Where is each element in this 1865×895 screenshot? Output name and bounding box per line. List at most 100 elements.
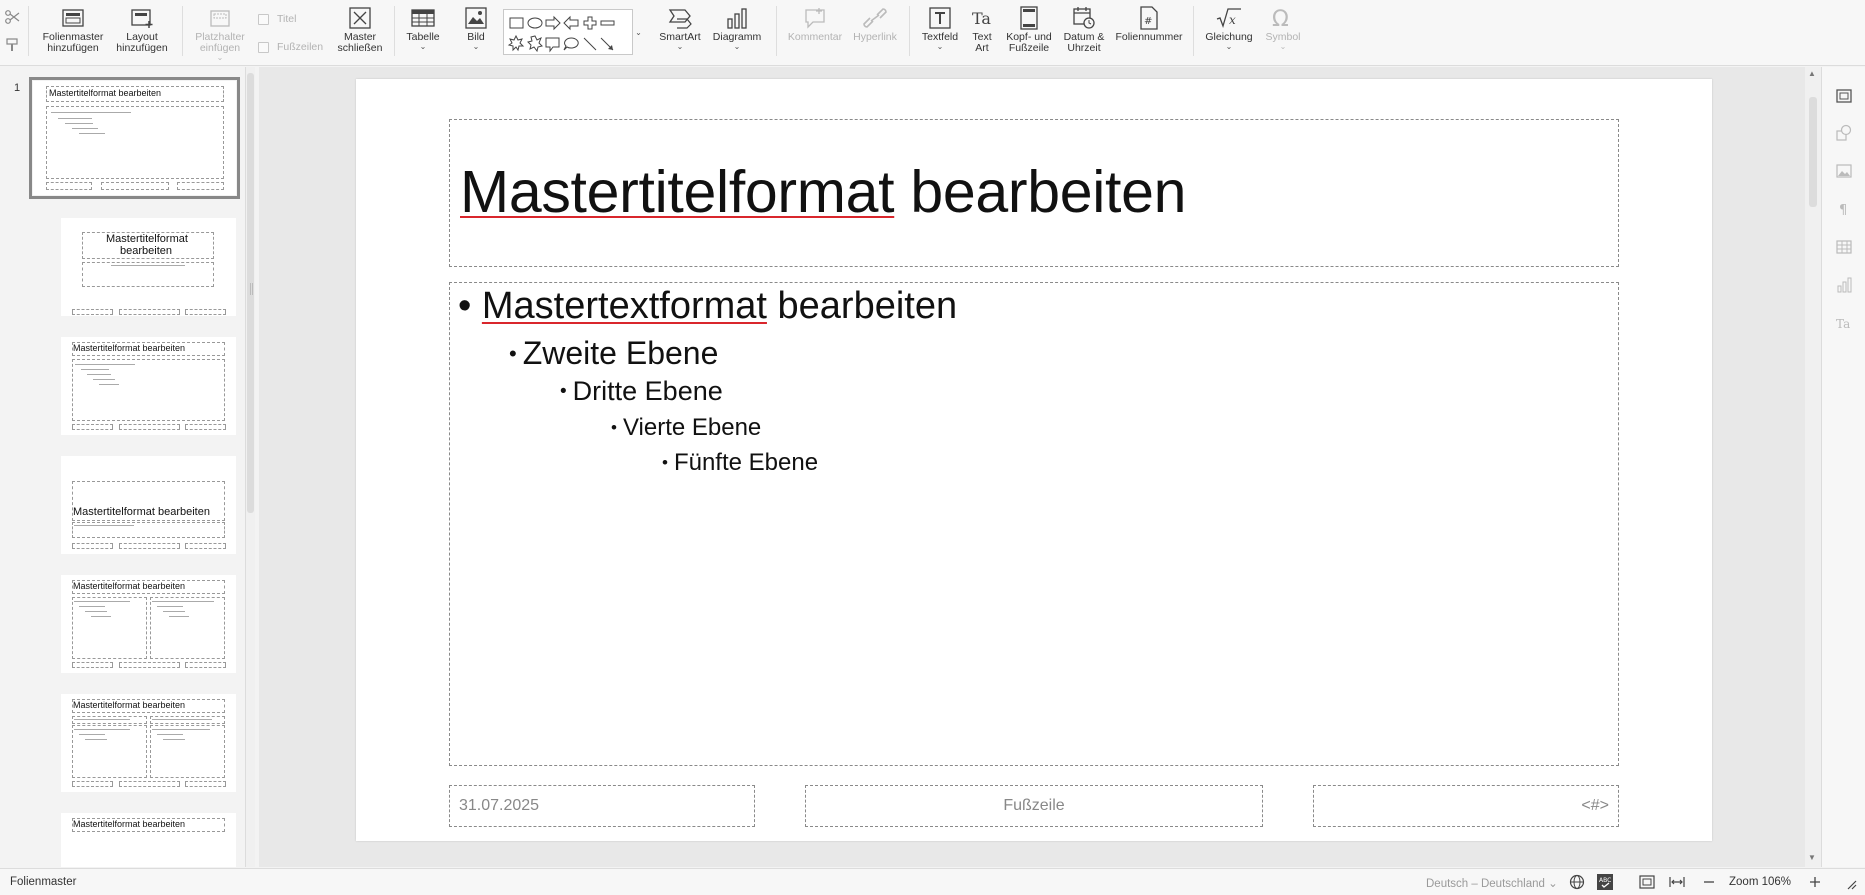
text-art-button[interactable]: Ta Text Art [968,4,996,54]
layout-thumbnail-comparison[interactable]: Mastertitelformat bearbeiten [61,694,236,792]
panel-resize-handle[interactable] [250,283,253,295]
thumb-title: Mastertitelformat bearbeiten [73,700,186,710]
thumb-text-line [79,606,105,607]
callout-rect-shape-icon[interactable] [545,37,560,53]
title-word: bearbeiten [910,159,1187,225]
shapes-gallery[interactable] [503,9,644,55]
minus-shape-icon[interactable] [600,20,615,26]
fit-slide-icon[interactable] [1639,874,1655,890]
slides-panel: 1 Mastertitelformat bearbeiten Mastertit… [0,67,246,867]
table-button[interactable]: Tabelle ⌄ [403,4,443,51]
chart-button[interactable]: Diagramm ⌄ [711,4,763,51]
body-placeholder[interactable]: • Mastertextformat bearbeiten • Zweite Eb… [449,282,1619,766]
text-level-2[interactable]: • Zweite Ebene [509,335,718,372]
slide-number-placeholder[interactable]: <#> [1313,785,1619,827]
slide-master-thumbnail[interactable]: Mastertitelformat bearbeiten [29,77,240,199]
spellcheck-icon[interactable]: ABC [1597,874,1613,890]
shapes-more-button[interactable]: ⌄ [632,9,644,55]
text-art-icon: Ta [972,9,991,28]
label: hinzufügen [116,42,168,54]
globe-icon[interactable] [1569,874,1585,890]
equation-icon: x [1216,8,1241,29]
equation-button[interactable]: x Gleichung ⌄ [1201,4,1257,51]
thumb-text-line [74,719,130,720]
smartart-button[interactable]: SmartArt ⌄ [655,4,705,51]
comment-button[interactable]: Kommentar [785,4,845,43]
date-time-button[interactable]: Datum & Uhrzeit [1061,4,1107,54]
explosion-shape-icon[interactable] [507,34,525,52]
footer-placeholder[interactable]: Fußzeile [805,785,1263,827]
plus-shape-icon[interactable] [583,16,597,30]
insert-placeholder-button[interactable]: Platzhalter einfügen ⌄ [188,4,252,62]
slide-master-page[interactable]: Mastertitelformat bearbeiten • Mastertex… [356,79,1712,841]
label: Titel [277,13,297,25]
table-settings-icon[interactable] [1835,238,1853,256]
line-shape-icon[interactable] [583,37,597,51]
date-placeholder[interactable]: 31.07.2025 [449,785,755,827]
header-footer-button[interactable]: Kopf- und Fußzeile [1000,4,1058,54]
text-level-1[interactable]: • Mastertextformat bearbeiten [458,285,957,328]
textbox-button[interactable]: Textfeld ⌄ [917,4,963,51]
image-icon [465,7,487,29]
thumb-footer-placeholder [72,309,113,315]
layout-thumbnail-title-slide[interactable]: Mastertitelformat bearbeiten [61,218,236,316]
slide-settings-icon[interactable] [1835,87,1853,105]
canvas-vertical-scrollbar[interactable]: ▲ ▼ [1805,67,1821,867]
layout-thumbnail-title-only[interactable]: Mastertitelformat bearbeiten [61,813,236,867]
chevron-down-icon: ⌄ [733,42,741,51]
zoom-out-icon[interactable] [1701,874,1717,890]
image-settings-icon[interactable] [1835,162,1853,180]
add-layout-button[interactable]: Layout hinzufügen [112,4,172,54]
scroll-down-icon[interactable]: ▼ [1808,853,1816,862]
add-slide-master-button[interactable]: Folienmaster hinzufügen [38,4,108,54]
format-painter-icon[interactable] [4,37,20,53]
thumb-footer-placeholder [185,424,226,430]
zoom-level[interactable]: Zoom 106% [1729,876,1791,888]
hyperlink-button[interactable]: Hyperlink [849,4,901,43]
text-level-3[interactable]: • Dritte Ebene [560,376,723,407]
layout-thumbnail-two-content[interactable]: Mastertitelformat bearbeiten [61,575,236,673]
shape-settings-icon[interactable] [1835,124,1853,142]
text-level-5[interactable]: • Fünfte Ebene [662,449,818,477]
thumb-footer-placeholder [185,662,226,668]
arrow-left-shape-icon[interactable] [563,15,579,31]
thumb-text-line [152,601,214,602]
rectangle-shape-icon[interactable] [509,17,524,29]
svg-text:Ta: Ta [1836,317,1850,331]
footer-text: Fußzeile [1003,797,1065,814]
scrollbar-thumb[interactable] [1809,97,1817,207]
text-word: bearbeiten [777,285,958,327]
chevron-down-icon: ⌄ [419,42,427,51]
language-selector[interactable]: Deutsch – Deutschland ⌄ [1426,876,1558,890]
resize-grip-icon[interactable] [1845,878,1857,890]
text-level-4[interactable]: • Vierte Ebene [611,414,761,442]
arrow-line-shape-icon[interactable] [600,37,614,51]
close-master-button[interactable]: Master schließen [334,4,386,54]
thumb-footer-placeholder [119,781,180,787]
slides-panel-scrollbar[interactable] [246,67,255,867]
image-button[interactable]: Bild ⌄ [456,4,496,51]
footers-checkbox[interactable]: Fußzeilen [258,41,323,53]
explosion2-shape-icon[interactable] [527,35,543,53]
master-title[interactable]: Mastertitelformat bearbeiten [460,158,1186,226]
zoom-in-icon[interactable] [1807,874,1823,890]
thumb-title: Mastertitelformat bearbeiten [49,88,162,98]
paragraph-settings-icon[interactable]: ¶ [1835,200,1853,218]
text-art-settings-icon[interactable]: Ta [1835,314,1853,332]
callout-round-shape-icon[interactable] [563,37,579,51]
title-placeholder[interactable]: Mastertitelformat bearbeiten [449,119,1619,267]
chart-settings-icon[interactable] [1835,276,1853,294]
thumb-text-line [72,128,98,129]
slide-number-button[interactable]: # Foliennummer [1112,4,1186,43]
scissors-icon[interactable] [4,9,20,25]
thumb-text-line [99,384,119,385]
layout-thumbnail-section-header[interactable]: Mastertitelformat bearbeiten [61,456,236,554]
layout-thumbnail-title-content[interactable]: Mastertitelformat bearbeiten [61,337,236,435]
symbol-button[interactable]: Ω Symbol ⌄ [1262,4,1304,51]
bullet: • [662,453,668,472]
arrow-right-shape-icon[interactable] [545,15,561,31]
fit-width-icon[interactable] [1669,874,1685,890]
title-checkbox[interactable]: Titel [258,13,296,25]
scroll-up-icon[interactable]: ▲ [1808,69,1816,78]
ellipse-shape-icon[interactable] [527,17,543,29]
